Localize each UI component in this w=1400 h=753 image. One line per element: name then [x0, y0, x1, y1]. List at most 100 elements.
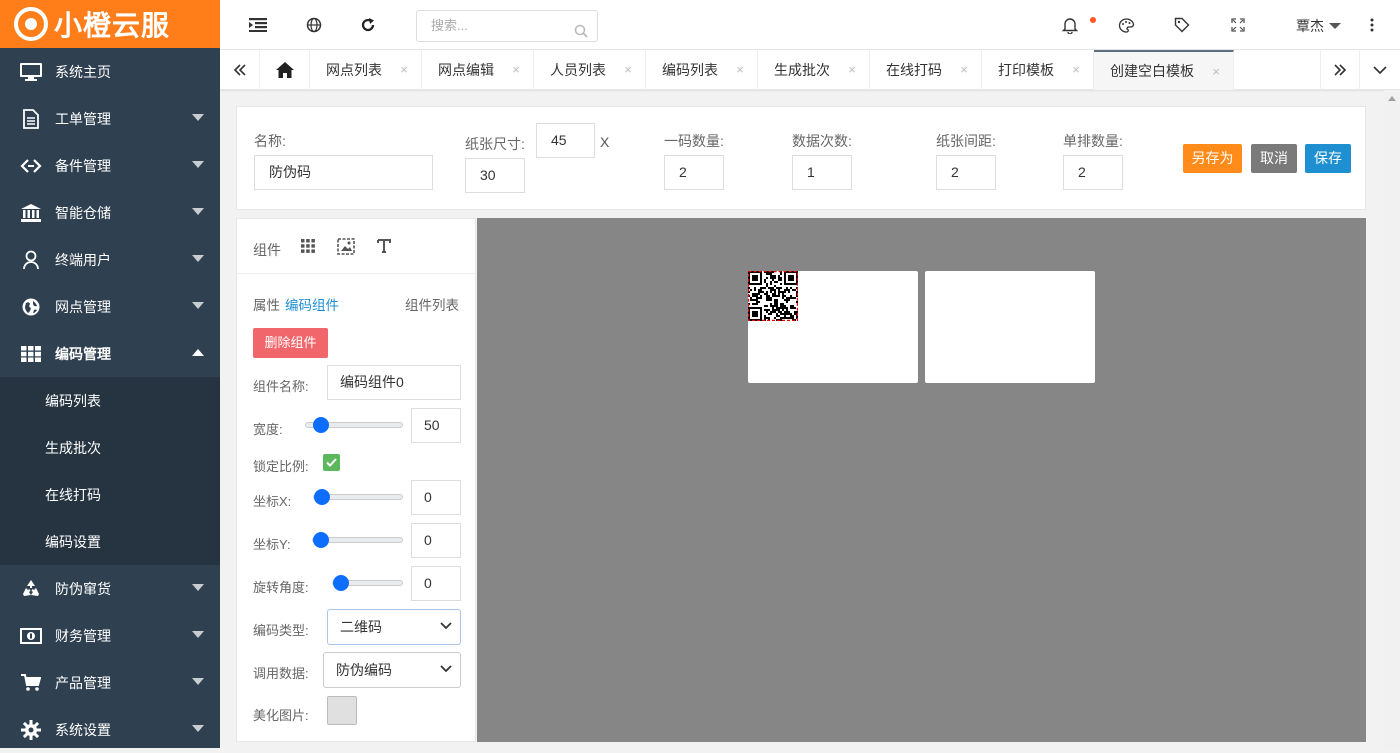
sidebar-item-4[interactable]: 终端用户 — [0, 236, 220, 283]
sidebar-item-9[interactable]: 产品管理 — [0, 659, 220, 706]
close-icon[interactable]: × — [624, 62, 632, 77]
row-count-input[interactable]: 2 — [1063, 155, 1123, 190]
y-input[interactable]: 0 — [411, 523, 461, 558]
lock-ratio-checkbox[interactable] — [323, 454, 340, 471]
user-menu[interactable]: 覃杰 — [1296, 16, 1341, 36]
close-icon[interactable]: × — [1072, 62, 1080, 77]
label-paper[interactable] — [925, 271, 1095, 383]
y-slider[interactable] — [312, 532, 403, 548]
tab-0[interactable]: 网点列表 × — [310, 50, 422, 90]
sidebar-menu: 系统主页 工单管理 备件管理 智能仓储 终端用户 网点管理 编码管理 编码列表 生成批次 在线打码… — [0, 48, 220, 753]
submenu-item[interactable]: 编码设置 — [0, 518, 220, 565]
times-input[interactable]: 1 — [792, 155, 852, 190]
save-button[interactable]: 保存 — [1305, 144, 1351, 173]
width-slider[interactable] — [305, 417, 403, 433]
tab-5[interactable]: 在线打码 × — [870, 50, 982, 90]
search-input[interactable]: 搜索... — [416, 10, 598, 42]
paper-width-input[interactable]: 45 — [536, 123, 595, 158]
submenu: 编码列表 生成批次 在线打码 编码设置 — [0, 377, 220, 565]
sidebar-item-1[interactable]: 工单管理 — [0, 95, 220, 142]
sidebar-item-0[interactable]: 系统主页 — [0, 48, 220, 95]
gap-input[interactable]: 2 — [936, 155, 996, 190]
close-icon[interactable]: × — [848, 62, 856, 77]
data-source-label: 调用数据: — [253, 666, 309, 681]
tab-label: 打印模板 — [998, 62, 1054, 78]
more-vertical-icon[interactable] — [1362, 15, 1382, 35]
rotation-input[interactable]: 0 — [411, 566, 461, 601]
times-label: 数据次数: — [792, 133, 852, 149]
close-icon[interactable]: × — [960, 62, 968, 77]
width-input[interactable]: 50 — [411, 408, 461, 443]
tab-label: 在线打码 — [886, 62, 942, 78]
gap-label: 纸张间距: — [936, 133, 996, 149]
sidebar-item-10[interactable]: 系统设置 — [0, 706, 220, 753]
x-slider[interactable] — [313, 489, 403, 505]
code-type-label: 编码类型: — [253, 623, 309, 638]
sidebar-item-2[interactable]: 备件管理 — [0, 142, 220, 189]
grid-icon — [20, 343, 42, 365]
tab-scroll-left-button[interactable] — [220, 50, 260, 90]
slider-knob[interactable] — [313, 532, 329, 548]
close-icon[interactable]: × — [1212, 64, 1220, 79]
tab-7[interactable]: 创建空白模板 × — [1094, 50, 1234, 90]
tab-6[interactable]: 打印模板 × — [982, 50, 1094, 90]
properties-panel: 组件 属性 编码组件 组件列表 删除组件 组件名称: 编码组件0 宽度: 50 … — [236, 218, 476, 742]
text-icon[interactable] — [377, 239, 391, 256]
refresh-icon[interactable] — [358, 15, 378, 35]
paper-height-input[interactable]: 30 — [465, 158, 525, 193]
collapse-menu-icon[interactable] — [248, 15, 268, 35]
rotation-slider[interactable] — [332, 575, 403, 591]
sidebar-item-7[interactable]: 防伪窜货 — [0, 565, 220, 612]
sidebar-item-label: 产品管理 — [55, 674, 111, 691]
tab-home[interactable] — [260, 50, 310, 90]
tab-1[interactable]: 网点编辑 × — [422, 50, 534, 90]
slider-knob[interactable] — [333, 575, 349, 591]
fullscreen-icon[interactable] — [1228, 15, 1248, 35]
tab-4[interactable]: 生成批次 × — [758, 50, 870, 90]
logo[interactable]: 小橙云服 — [0, 0, 220, 48]
close-icon[interactable]: × — [736, 62, 744, 77]
tab-scroll-right-button[interactable] — [1320, 50, 1360, 90]
name-input[interactable]: 防伪码 — [254, 155, 433, 190]
cancel-button[interactable]: 取消 — [1251, 144, 1297, 173]
delete-component-button[interactable]: 删除组件 — [253, 328, 328, 358]
sidebar-item-5[interactable]: 网点管理 — [0, 283, 220, 330]
bell-icon[interactable] — [1060, 15, 1080, 35]
globe-icon[interactable] — [304, 15, 324, 35]
tab-2[interactable]: 人员列表 × — [534, 50, 646, 90]
scrollbar[interactable] — [1384, 90, 1400, 748]
sidebar-item-8[interactable]: 财务管理 — [0, 612, 220, 659]
submenu-item[interactable]: 生成批次 — [0, 424, 220, 471]
chevron-down-icon — [1373, 66, 1387, 75]
close-icon[interactable]: × — [512, 62, 520, 77]
slider-knob[interactable] — [314, 489, 330, 505]
tab-3[interactable]: 编码列表 × — [646, 50, 758, 90]
scroll-up-arrow[interactable] — [1388, 96, 1396, 101]
cart-icon — [20, 672, 42, 694]
component-name-input[interactable]: 编码组件0 — [327, 365, 461, 400]
x-input[interactable]: 0 — [411, 480, 461, 515]
chevron-down-icon — [192, 161, 204, 168]
data-source-select[interactable]: 防伪编码 — [323, 652, 461, 688]
slider-knob[interactable] — [313, 417, 329, 433]
save-as-button[interactable]: 另存为 — [1183, 144, 1242, 173]
sidebar-item-3[interactable]: 智能仓储 — [0, 189, 220, 236]
image-icon[interactable] — [337, 238, 355, 258]
beautify-image-picker[interactable] — [327, 696, 357, 725]
submenu-item[interactable]: 编码列表 — [0, 377, 220, 424]
tag-icon[interactable] — [1172, 15, 1192, 35]
home-icon — [275, 62, 294, 78]
component-list-link[interactable]: 组件列表 — [405, 294, 459, 314]
search-icon[interactable] — [574, 19, 588, 49]
palette-icon[interactable] — [1116, 15, 1136, 35]
qr-code-component[interactable] — [748, 271, 798, 321]
close-icon[interactable]: × — [400, 62, 408, 77]
code-component-link[interactable]: 编码组件 — [285, 294, 339, 314]
tab-menu-button[interactable] — [1360, 50, 1400, 90]
count-input[interactable]: 2 — [664, 155, 724, 190]
sidebar-item-6[interactable]: 编码管理 — [0, 330, 220, 377]
qr-grid-icon[interactable] — [301, 239, 315, 256]
code-type-select[interactable]: 二维码 — [327, 609, 461, 645]
submenu-item[interactable]: 在线打码 — [0, 471, 220, 518]
label-paper[interactable] — [748, 271, 918, 383]
